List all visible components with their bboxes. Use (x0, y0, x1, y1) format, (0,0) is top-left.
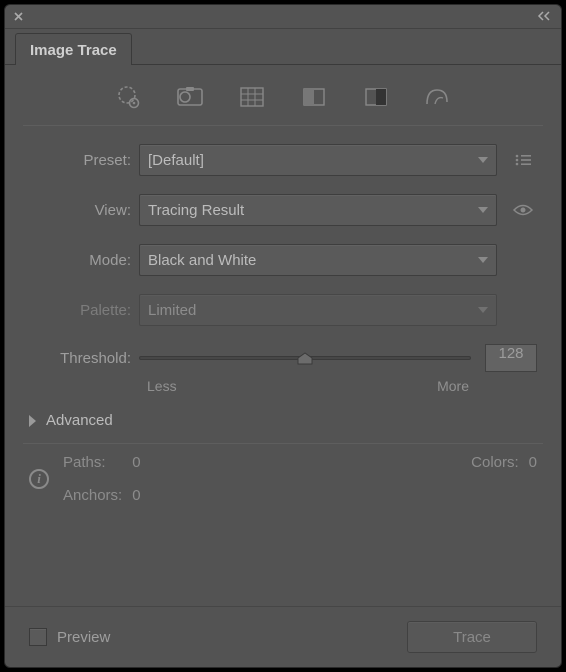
view-label: View: (29, 202, 139, 219)
preset-value: [Default] (148, 152, 204, 169)
preset-high-color-icon[interactable] (173, 83, 207, 111)
bottom-bar: Preview Trace (5, 606, 561, 667)
eye-icon[interactable] (509, 196, 537, 224)
close-icon[interactable] (13, 11, 24, 22)
paths-label: Paths: (63, 454, 122, 471)
preview-checkbox[interactable] (29, 628, 47, 646)
chevron-down-icon (478, 157, 488, 163)
colors-label: Colors: (471, 454, 519, 471)
info-area: i Paths: 0 Colors: 0 Anchors: 0 (5, 444, 561, 522)
preset-outline-icon[interactable] (421, 83, 455, 111)
threshold-input[interactable]: 128 (485, 344, 537, 372)
threshold-label: Threshold: (29, 350, 139, 367)
anchors-label: Anchors: (63, 487, 122, 504)
advanced-toggle[interactable]: Advanced (5, 394, 561, 443)
palette-value: Limited (148, 302, 196, 319)
disclosure-right-icon (29, 415, 36, 427)
threshold-min-label: Less (147, 378, 177, 394)
palette-label: Palette: (29, 302, 139, 319)
chevron-down-icon (478, 257, 488, 263)
anchors-value: 0 (132, 487, 140, 504)
view-dropdown[interactable]: Tracing Result (139, 194, 497, 226)
trace-button[interactable]: Trace (407, 621, 537, 653)
colors-value: 0 (529, 454, 537, 471)
palette-dropdown: Limited (139, 294, 497, 326)
collapse-icon[interactable] (537, 10, 553, 24)
preset-black-white-icon[interactable] (359, 83, 393, 111)
tab-row: Image Trace (5, 29, 561, 65)
tab-image-trace[interactable]: Image Trace (15, 33, 132, 65)
image-trace-panel: Image Trace Preset: [Default] (4, 4, 562, 668)
mode-dropdown[interactable]: Black and White (139, 244, 497, 276)
mode-value: Black and White (148, 252, 256, 269)
form-area: Preset: [Default] View: Tracing Result M… (5, 126, 561, 394)
preset-low-color-icon[interactable] (235, 83, 269, 111)
paths-value: 0 (132, 454, 140, 471)
preset-menu-icon[interactable] (509, 146, 537, 174)
preset-icon-row (5, 65, 561, 125)
threshold-max-label: More (437, 378, 469, 394)
titlebar (5, 5, 561, 29)
chevron-down-icon (478, 207, 488, 213)
preset-label: Preset: (29, 152, 139, 169)
info-icon: i (29, 469, 49, 489)
slider-thumb-icon[interactable] (296, 352, 314, 364)
view-value: Tracing Result (148, 202, 244, 219)
chevron-down-icon (478, 307, 488, 313)
preset-auto-color-icon[interactable] (111, 83, 145, 111)
preset-grayscale-icon[interactable] (297, 83, 331, 111)
preview-label: Preview (57, 629, 110, 646)
advanced-label: Advanced (46, 412, 113, 429)
threshold-slider[interactable] (139, 356, 471, 360)
preset-dropdown[interactable]: [Default] (139, 144, 497, 176)
mode-label: Mode: (29, 252, 139, 269)
